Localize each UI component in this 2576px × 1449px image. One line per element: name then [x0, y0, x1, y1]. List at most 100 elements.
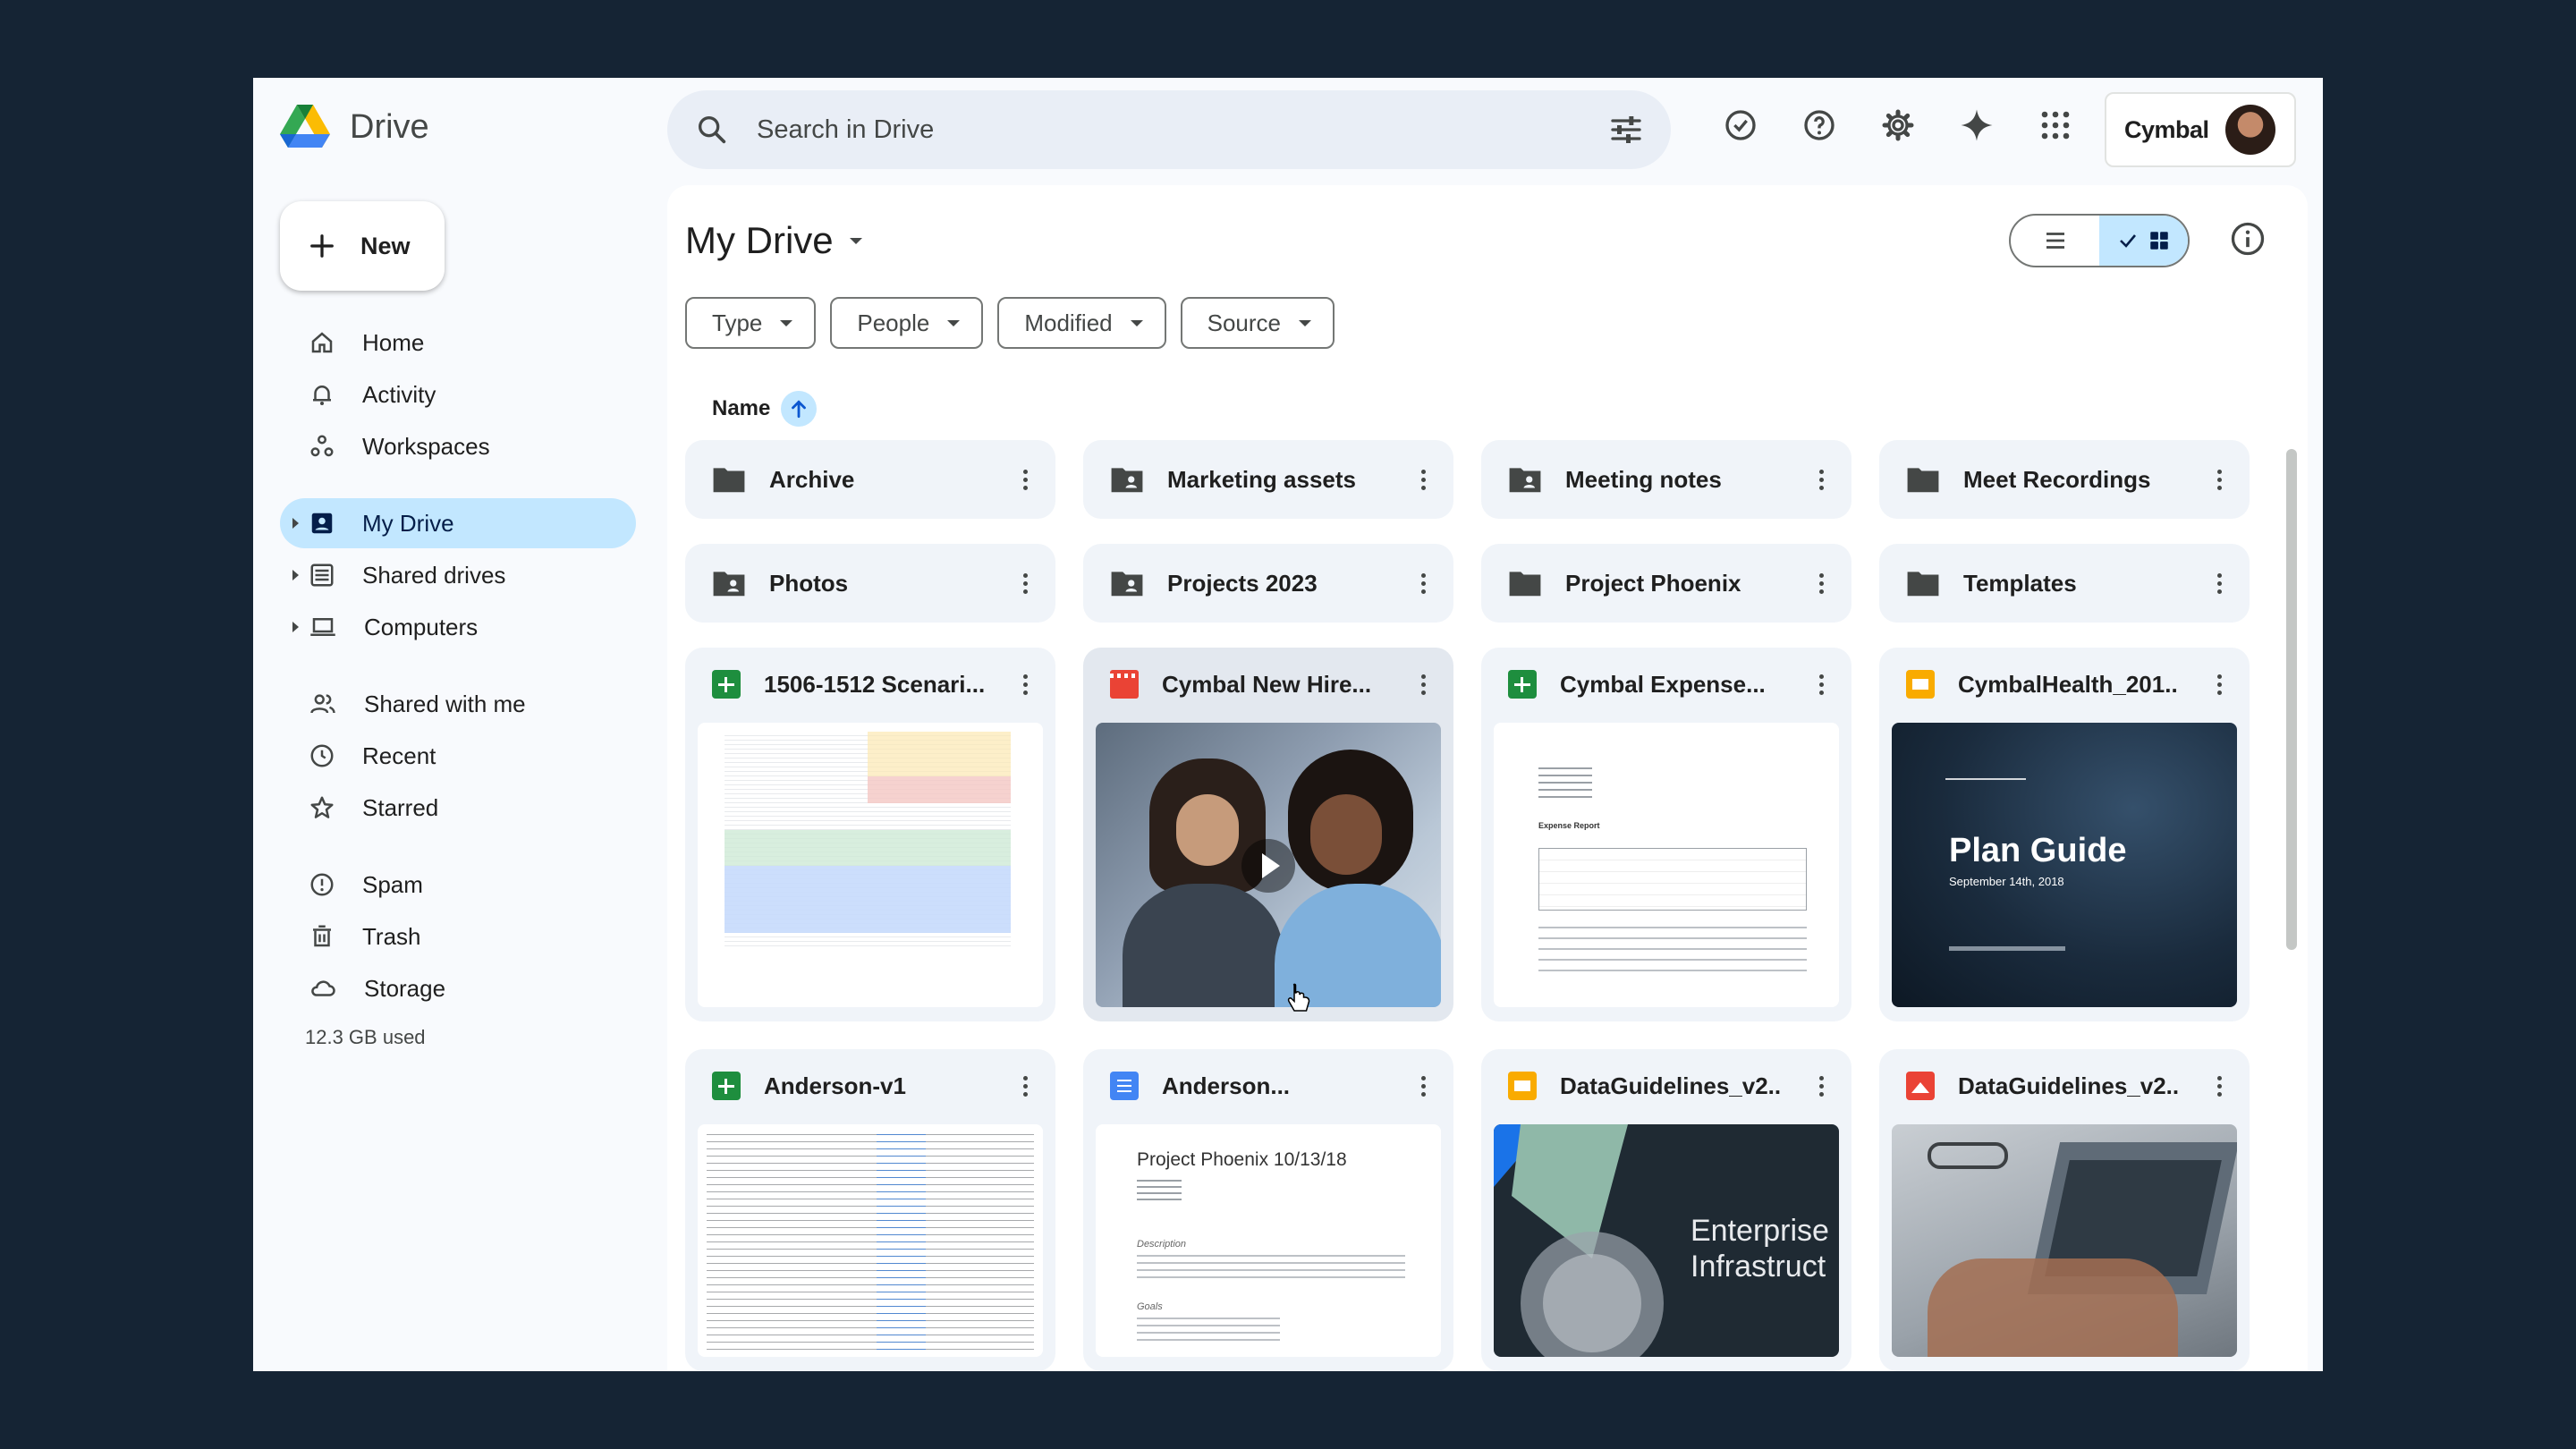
caret-down-icon [947, 319, 961, 326]
more-actions-icon[interactable] [1803, 572, 1839, 594]
sidebar-item-starred[interactable]: Starred [280, 783, 636, 833]
more-actions-icon[interactable] [1007, 1075, 1043, 1097]
sort-label: Name [712, 396, 771, 420]
file-card[interactable]: Anderson... Project Phoenix 10/13/18 Des… [1083, 1049, 1453, 1371]
workspaces-icon [310, 435, 334, 457]
folder-item[interactable]: Marketing assets [1083, 440, 1453, 519]
details-info-icon[interactable] [2228, 219, 2267, 263]
file-name: DataGuidelines_v2... [1560, 1072, 1780, 1099]
folder-item[interactable]: Meeting notes [1481, 440, 1852, 519]
spreadsheet-thumbnail [698, 723, 1043, 1007]
sidebar-item-recent[interactable]: Recent [280, 731, 636, 781]
file-card[interactable]: CymbalHealth_201... Plan Guide September… [1879, 648, 2250, 1021]
sidebar-item-shared-drives[interactable]: Shared drives [280, 550, 636, 600]
folder-name: Archive [769, 465, 855, 493]
search-input[interactable]: Search in Drive [757, 115, 1608, 145]
search-icon[interactable] [694, 112, 730, 148]
folder-item[interactable]: Projects 2023 [1083, 544, 1453, 623]
more-actions-icon[interactable] [2201, 674, 2237, 695]
caret-down-icon [849, 237, 862, 244]
file-card[interactable]: DataGuidelines_v2... Enterprise Infrastr… [1481, 1049, 1852, 1371]
sidebar-item-activity[interactable]: Activity [280, 369, 636, 419]
file-card[interactable]: DataGuidelines_v2... [1879, 1049, 2250, 1371]
filter-modified-chip[interactable]: Modified [997, 297, 1166, 349]
more-actions-icon[interactable] [1405, 1075, 1441, 1097]
gemini-sparkle-icon[interactable] [1956, 105, 1997, 146]
file-card[interactable]: 1506-1512 Scenari... [685, 648, 1055, 1021]
play-icon[interactable] [1241, 839, 1295, 893]
filter-type-chip[interactable]: Type [685, 297, 817, 349]
sidebar-item-shared-with-me[interactable]: Shared with me [280, 679, 636, 729]
cloud-icon [311, 980, 335, 996]
file-card[interactable]: Anderson-v1 [685, 1049, 1055, 1371]
avatar[interactable] [2224, 105, 2275, 155]
file-card[interactable]: Cymbal Expense... Expense Report [1481, 648, 1852, 1021]
sidebar-item-spam[interactable]: Spam [280, 860, 636, 910]
sort-ascending-arrow-icon[interactable] [781, 391, 818, 427]
doc-thumb-title: Project Phoenix 10/13/18 [1137, 1149, 1347, 1170]
sidebar-item-home[interactable]: Home [280, 318, 636, 368]
slides-icon [1906, 670, 1935, 699]
more-actions-icon[interactable] [2201, 572, 2237, 594]
more-actions-icon[interactable] [1405, 674, 1441, 695]
sidebar-item-workspaces[interactable]: Workspaces [280, 421, 636, 471]
folder-item[interactable]: Photos [685, 544, 1055, 623]
chip-label: Modified [1024, 309, 1113, 336]
sidebar-item-trash[interactable]: Trash [280, 911, 636, 962]
ready-for-offline-icon[interactable] [1720, 105, 1761, 146]
more-actions-icon[interactable] [1405, 469, 1441, 490]
expand-caret-icon[interactable] [292, 570, 299, 580]
list-view-button[interactable] [2011, 216, 2099, 266]
more-actions-icon[interactable] [2201, 469, 2237, 490]
more-actions-icon[interactable] [1405, 572, 1441, 594]
settings-gear-icon[interactable] [1877, 105, 1919, 146]
expand-caret-icon[interactable] [292, 518, 299, 529]
apps-grid-icon[interactable] [2035, 105, 2076, 146]
sidebar-item-storage[interactable]: Storage [280, 963, 636, 1013]
sidebar-item-label: Recent [362, 741, 436, 769]
more-actions-icon[interactable] [2201, 1075, 2237, 1097]
filter-source-chip[interactable]: Source [1180, 297, 1335, 349]
file-name: DataGuidelines_v2... [1958, 1072, 2178, 1099]
help-icon[interactable] [1799, 105, 1840, 146]
folder-item[interactable]: Archive [685, 440, 1055, 519]
document-thumbnail: Project Phoenix 10/13/18 Description Goa… [1096, 1124, 1441, 1357]
search-options-icon[interactable] [1608, 112, 1644, 148]
more-actions-icon[interactable] [1007, 674, 1043, 695]
more-actions-icon[interactable] [1007, 469, 1043, 490]
sidebar-item-label: Starred [362, 793, 439, 821]
account-switcher[interactable]: Cymbal [2105, 92, 2296, 167]
search-bar[interactable]: Search in Drive [667, 90, 1671, 169]
chip-label: People [857, 309, 930, 336]
clock-icon [310, 744, 334, 767]
drive-logo[interactable]: Drive [280, 105, 429, 149]
page-title-text: My Drive [685, 219, 834, 261]
page-title[interactable]: My Drive [685, 219, 862, 262]
more-actions-icon[interactable] [1803, 674, 1839, 695]
scrollbar[interactable] [2286, 449, 2297, 950]
sidebar-item-label: Home [362, 328, 425, 356]
more-actions-icon[interactable] [1007, 572, 1043, 594]
folder-name: Meeting notes [1565, 465, 1722, 493]
shared-folder-icon [1509, 468, 1541, 493]
sidebar-item-my-drive[interactable]: My Drive [280, 498, 636, 548]
shared-folder-icon [1111, 468, 1143, 493]
enterprise-line-1: Enterprise [1690, 1214, 1829, 1248]
folder-item[interactable]: Project Phoenix [1481, 544, 1852, 623]
sidebar-item-computers[interactable]: Computers [280, 602, 636, 652]
chip-label: Type [712, 309, 763, 336]
file-card[interactable]: Cymbal New Hire... [1083, 648, 1453, 1021]
filter-people-chip[interactable]: People [830, 297, 984, 349]
sort-by-name[interactable]: Name [712, 391, 818, 427]
folder-item[interactable]: Meet Recordings [1879, 440, 2250, 519]
more-actions-icon[interactable] [1803, 469, 1839, 490]
sidebar-item-label: Workspaces [362, 432, 490, 460]
folder-name: Marketing assets [1167, 465, 1356, 493]
file-name: Anderson... [1162, 1072, 1291, 1099]
grid-view-button[interactable] [2099, 216, 2188, 266]
folder-item[interactable]: Templates [1879, 544, 2250, 623]
new-button[interactable]: New [280, 201, 445, 291]
spam-icon [310, 873, 334, 896]
more-actions-icon[interactable] [1803, 1075, 1839, 1097]
expand-caret-icon[interactable] [292, 622, 299, 632]
